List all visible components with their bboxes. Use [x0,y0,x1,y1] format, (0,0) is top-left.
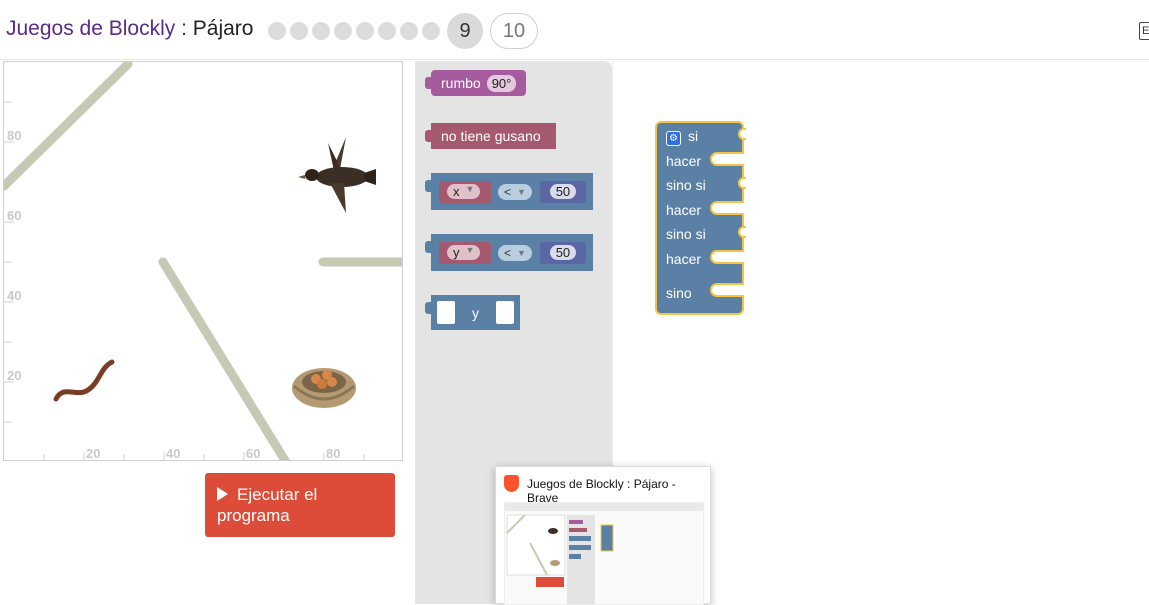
game-visualization: 80 60 40 20 20 40 60 80 [3,61,403,461]
x-axis-label-80: 80 [326,446,341,461]
dropdown-arrow-icon: ▼ [517,247,526,258]
run-program-button[interactable]: Ejecutar el programa [205,473,395,537]
title-separator: : [175,17,193,40]
number-block-x[interactable]: 50 [539,180,586,203]
heading-block[interactable]: rumbo 90° [425,70,526,96]
app-title-link[interactable]: Juegos de Blockly [6,17,175,40]
operator-dropdown-x[interactable]: < ▼ [498,183,532,200]
number-field-x[interactable]: 50 [549,184,577,199]
y-variable-block[interactable]: y ▼ [439,241,491,264]
level-dot-6[interactable] [378,22,396,40]
game-name: Pájaro [192,17,254,40]
y-dropdown-value: y [453,245,460,260]
y-dropdown[interactable]: y ▼ [447,245,481,260]
if-else-block[interactable]: ⚙ si hacer sino si hacer sino si hacer si… [655,121,746,315]
y-axis-label-40: 40 [7,288,22,303]
and-block-label: y [472,304,479,321]
x-variable-block[interactable]: x ▼ [439,180,491,203]
operator-value-x: < [504,184,512,199]
number-block-y[interactable]: 50 [539,241,586,264]
x-axis-label-60: 60 [246,446,261,461]
heading-block-label: rumbo [441,75,481,91]
else-label: sino [666,285,692,301]
operator-value-y: < [504,245,512,260]
level-dot-2[interactable] [290,22,308,40]
level-current[interactable]: 9 [447,13,483,49]
level-dot-1[interactable] [268,22,286,40]
x-dropdown-value: x [453,184,460,199]
elseif1-condition-input [738,177,746,189]
brave-browser-icon [504,475,519,492]
dropdown-arrow-icon: ▼ [517,186,526,197]
dropdown-arrow-icon: ▼ [465,245,475,255]
do1-statement-slot [710,152,744,166]
elseif1-label: sino si [666,177,706,193]
elseif2-condition-input [738,226,746,238]
window-preview-title: Juegos de Blockly : Pájaro - Brave [527,477,676,505]
compare-y-block[interactable]: y ▼ < ▼ 50 [425,234,593,271]
window-preview-thumbnail[interactable]: Juegos de Blockly : Pájaro - Brave [495,466,711,605]
run-label-line2: programa [217,506,290,525]
gear-icon[interactable]: ⚙ [666,131,681,146]
axis-ticks [4,101,365,460]
do2-statement-slot [710,201,744,215]
level-dot-8[interactable] [422,22,440,40]
do3-statement-slot [710,250,744,264]
header-bar: Juegos de Blockly : Pájaro 9 10 E [0,0,1149,60]
wall-diagonal [158,257,290,460]
if-label: si [688,128,699,144]
page-title: Juegos de Blockly : Pájaro [6,17,253,41]
compare-x-block[interactable]: x ▼ < ▼ 50 [425,173,593,210]
run-label-line1: Ejecutar el [237,485,318,504]
dropdown-arrow-icon: ▼ [465,184,475,194]
level-selector: 9 10 [268,13,538,49]
do1-label: hacer [666,153,702,169]
do2-label: hacer [666,202,702,218]
logic-and-block[interactable]: y [425,295,520,330]
y-axis-label-80: 80 [7,128,22,143]
window-preview-image [504,502,704,605]
level-dot-7[interactable] [400,22,418,40]
level-dot-4[interactable] [334,22,352,40]
heading-angle-field[interactable]: 90° [486,74,517,92]
nest-sprite [292,368,356,408]
if-condition-input [738,128,746,140]
y-axis-label-60: 60 [7,208,22,223]
and-input-right [496,301,514,324]
preview-miniature [505,503,703,604]
x-axis-label-40: 40 [166,446,181,461]
y-axis-label-20: 20 [7,368,22,383]
level-dot-5[interactable] [356,22,374,40]
bird-sprite [298,137,376,213]
level-dot-3[interactable] [312,22,330,40]
do3-label: hacer [666,251,702,267]
level-next[interactable]: 10 [490,13,538,49]
and-input-left [437,301,455,324]
operator-dropdown-y[interactable]: < ▼ [498,244,532,261]
game-canvas [4,62,402,460]
elseif2-label: sino si [666,226,706,242]
clipped-button[interactable]: E [1139,22,1149,40]
no-worm-block[interactable]: no tiene gusano [425,123,556,149]
no-worm-block-label: no tiene gusano [441,128,541,144]
wall-top-left [4,62,133,191]
play-icon [217,487,228,501]
else-statement-slot [710,283,744,297]
x-axis-label-20: 20 [86,446,101,461]
if-row: ⚙ si [666,128,698,146]
x-dropdown[interactable]: x ▼ [447,184,481,199]
number-field-y[interactable]: 50 [549,245,577,260]
worm-sprite [53,359,115,402]
